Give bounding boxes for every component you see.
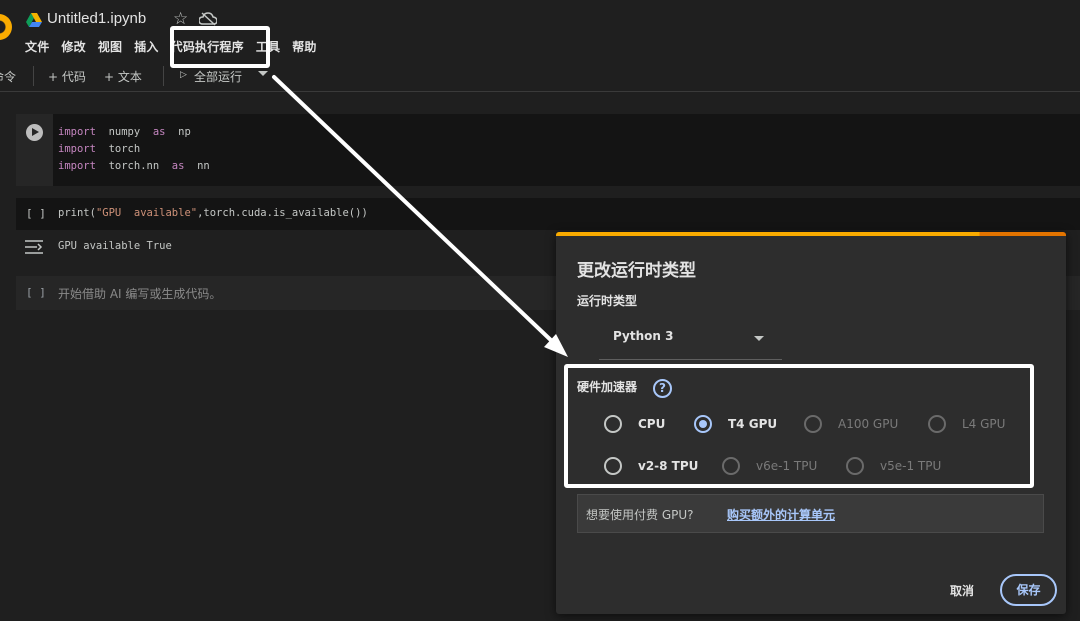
menu-help[interactable]: 帮助 [292, 38, 316, 56]
annotation-highlight-box [564, 364, 1034, 488]
colab-logo[interactable] [0, 14, 12, 40]
commands-button[interactable]: 命令 [0, 68, 16, 85]
cell-run-bracket[interactable]: [ ] [26, 286, 46, 299]
buy-compute-units-link[interactable]: 购买额外的计算单元 [727, 506, 835, 523]
paid-gpu-notice-text: 想要使用付费 GPU? [586, 508, 694, 522]
menu-file[interactable]: 文件 [25, 38, 49, 56]
play-icon: ▷ [180, 70, 187, 80]
run-all-button[interactable]: 全部运行 [194, 68, 242, 85]
dropdown-arrow-icon [754, 336, 764, 341]
menu-view[interactable]: 视图 [98, 38, 122, 56]
toolbar-divider [163, 66, 164, 86]
add-code-button[interactable]: + 代码 [48, 68, 86, 85]
runtime-type-select[interactable]: Python 3 [599, 320, 782, 360]
chevron-down-icon[interactable] [258, 71, 268, 76]
toolbar: 命令 + 代码 + 文本 ▷ 全部运行 [0, 62, 1080, 92]
menu-insert[interactable]: 插入 [134, 38, 158, 56]
output-text: GPU available True [58, 240, 172, 252]
add-text-button[interactable]: + 文本 [104, 68, 142, 85]
notebook-title[interactable]: Untitled1.ipynb [47, 10, 146, 27]
app-header: Untitled1.ipynb ☆ 文件 修改 视图 插入 代码执行程序 工具 … [0, 0, 1080, 62]
code-line: import torch [58, 143, 141, 155]
runtime-type-value: Python 3 [613, 329, 674, 343]
paid-gpu-notice: 想要使用付费 GPU? 购买额外的计算单元 [577, 494, 1044, 533]
run-cell-icon[interactable] [26, 124, 43, 141]
keyword-as: as [152, 126, 166, 138]
code-line: import torch.nn as nn [58, 160, 210, 172]
code-cell-print[interactable]: [ ] print("GPU available",torch.cuda.is_… [16, 198, 1080, 230]
toolbar-divider [33, 66, 34, 86]
cell-gutter [16, 114, 53, 186]
code-line: import numpy as np [58, 126, 191, 138]
dialog-title: 更改运行时类型 [577, 261, 696, 281]
keyword-as: as [171, 160, 185, 172]
menu-edit[interactable]: 修改 [61, 38, 85, 56]
cloud-off-icon[interactable] [199, 12, 217, 26]
dialog-progress-bar [556, 232, 1066, 236]
save-button[interactable]: 保存 [1000, 574, 1057, 606]
code-line: print("GPU available",torch.cuda.is_avai… [58, 207, 368, 219]
annotation-highlight-box [170, 26, 270, 68]
code-cell-imports[interactable]: import numpy as np import torch import t… [16, 114, 1080, 186]
cell-placeholder[interactable]: 开始借助 AI 编写或生成代码。 [58, 285, 221, 302]
drive-icon [26, 13, 42, 27]
output-toggle-icon[interactable] [24, 239, 44, 255]
cell-run-bracket[interactable]: [ ] [26, 207, 46, 220]
runtime-type-label: 运行时类型 [577, 294, 638, 308]
cancel-button[interactable]: 取消 [936, 578, 988, 604]
